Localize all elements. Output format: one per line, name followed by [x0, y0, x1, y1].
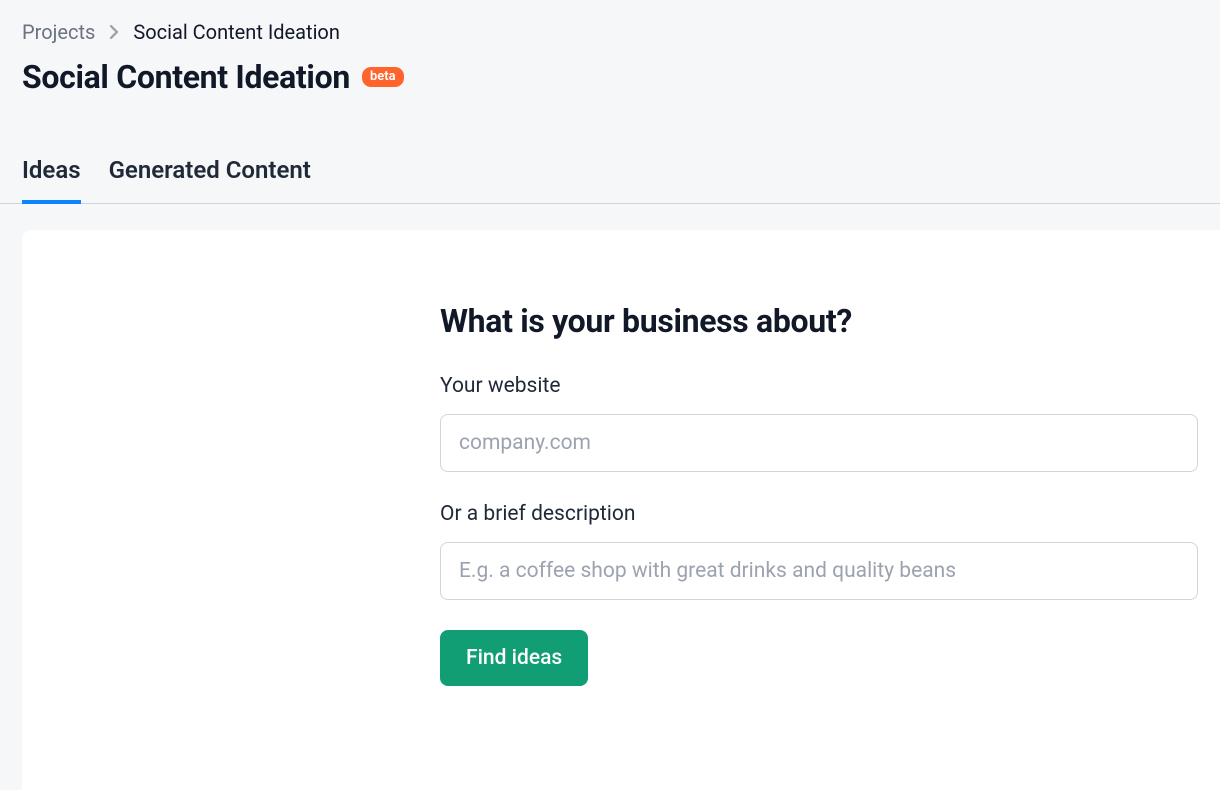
tabs: Ideas Generated Content	[0, 156, 1220, 204]
page-header: Projects Social Content Ideation Social …	[0, 0, 1220, 96]
tab-generated-content[interactable]: Generated Content	[109, 156, 311, 204]
find-ideas-button[interactable]: Find ideas	[440, 630, 588, 686]
tab-ideas[interactable]: Ideas	[22, 156, 81, 204]
breadcrumb-current: Social Content Ideation	[133, 20, 340, 44]
breadcrumb-root[interactable]: Projects	[22, 20, 95, 44]
title-row: Social Content Ideation beta	[22, 58, 1198, 96]
form-heading: What is your business about?	[440, 302, 1198, 340]
business-form: What is your business about? Your websit…	[440, 302, 1198, 686]
chevron-right-icon	[109, 25, 119, 39]
description-field-group: Or a brief description	[440, 502, 1198, 600]
beta-badge: beta	[362, 67, 404, 87]
breadcrumb: Projects Social Content Ideation	[22, 20, 1198, 44]
website-label: Your website	[440, 374, 1198, 398]
content-card: What is your business about? Your websit…	[22, 230, 1220, 790]
description-label: Or a brief description	[440, 502, 1198, 526]
page-title: Social Content Ideation	[22, 58, 350, 96]
website-field-group: Your website	[440, 374, 1198, 472]
website-input[interactable]	[440, 414, 1198, 472]
description-input[interactable]	[440, 542, 1198, 600]
